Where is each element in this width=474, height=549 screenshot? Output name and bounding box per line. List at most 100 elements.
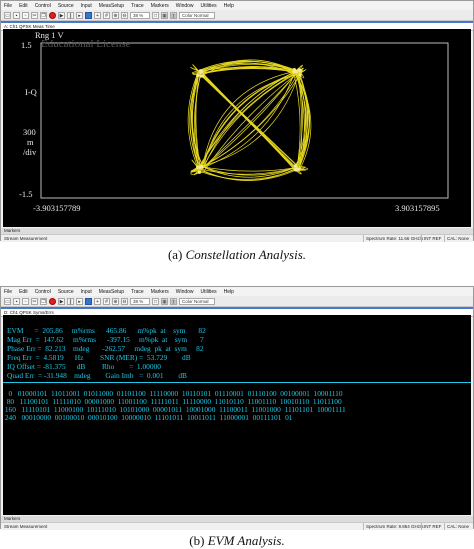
iq-offset-row: IQ Offset = -81.375 dB Rho = 1.00000 [7, 362, 161, 371]
fit-icon[interactable]: □ [152, 11, 159, 19]
separator-line [3, 382, 471, 383]
toolbar-b: ▭ ▪ ▫ ✂ ❐ ▶ ∥ ▸ + # ⊕ ⊖ 38 % □ ▦ ▥ Color… [1, 296, 473, 307]
split-icon[interactable]: ▥ [170, 11, 177, 19]
y-axis-label: I-Q [25, 87, 37, 97]
print-icon[interactable]: ▫ [22, 11, 29, 19]
screenshot-evm: File Edit Control Source Input MeasSetup… [0, 286, 474, 530]
caption-b: (b) EVM Analysis. [0, 533, 474, 549]
quad-err-row: Quad Err = -31.948 mdeg Gain Imb = 0.001… [7, 371, 187, 380]
marker-icon[interactable]: + [94, 11, 101, 19]
play-icon[interactable]: ▶ [58, 297, 65, 305]
phase-err-row: Phase Err = 82.213 mdeg -262.57 mdeg pk … [7, 344, 204, 353]
caption-a-label: (a) [167, 247, 183, 262]
record-icon[interactable] [49, 11, 56, 19]
print-icon[interactable]: ▫ [22, 297, 29, 305]
pause-icon[interactable]: ∥ [67, 297, 74, 305]
play-icon[interactable]: ▶ [58, 11, 65, 19]
menu-window[interactable]: Window [176, 289, 194, 295]
step-icon[interactable]: ▸ [76, 11, 83, 19]
layout-icon[interactable]: ▦ [161, 11, 168, 19]
split-icon[interactable]: ▥ [170, 297, 177, 305]
menu-help[interactable]: Help [224, 289, 234, 295]
markers-tab[interactable]: Markers [4, 516, 20, 521]
single-icon[interactable] [85, 297, 92, 305]
status-rate: Spectrum Rate: 11.66 GHz/s [363, 235, 423, 242]
copy-icon[interactable]: ❐ [40, 297, 47, 305]
save-icon[interactable]: ▪ [13, 11, 20, 19]
status-cal: CAL: None [444, 235, 469, 242]
menu-help[interactable]: Help [224, 3, 234, 9]
symbol-point [196, 73, 200, 77]
marker-icon[interactable]: + [94, 297, 101, 305]
copy-icon[interactable]: ❐ [40, 11, 47, 19]
cut-icon[interactable]: ✂ [31, 297, 38, 305]
status-bar: Stream Measurement Spectrum Rate: 11.66 … [1, 234, 473, 242]
menu-markers[interactable]: Markers [151, 289, 169, 295]
menu-window[interactable]: Window [176, 3, 194, 9]
y-bottom-label: -1.5 [19, 189, 33, 199]
trajectory-trace [203, 165, 299, 178]
watermark: Educational License [41, 38, 131, 50]
pause-icon[interactable]: ∥ [67, 11, 74, 19]
menu-trace[interactable]: Trace [131, 3, 144, 9]
menu-edit[interactable]: Edit [19, 3, 28, 9]
toolbar: ▭ ▪ ▫ ✂ ❐ ▶ ∥ ▸ + # ⊕ ⊖ 38 % □ ▦ ▥ Color… [1, 10, 473, 21]
mag-err-row: Mag Err = 147.62 m%rms -397.15 m%pk at s… [7, 335, 204, 344]
zoom-in-icon[interactable]: ⊕ [112, 11, 119, 19]
menu-meassetup[interactable]: MeasSetup [99, 289, 124, 295]
x-left-label: -3.903157789 [33, 203, 81, 213]
menu-meassetup[interactable]: MeasSetup [99, 3, 124, 9]
menu-utilities[interactable]: Utilities [201, 3, 217, 9]
menu-control[interactable]: Control [35, 3, 51, 9]
symbol-point [196, 165, 200, 169]
menu-trace[interactable]: Trace [131, 289, 144, 295]
open-icon[interactable]: ▭ [4, 297, 11, 305]
zoom-select[interactable]: 38 % [130, 11, 150, 19]
freq-err-row: Freq Err = 4.5819 Hz SNR (MER) = 53.729 … [7, 353, 191, 362]
open-icon[interactable]: ▭ [4, 11, 11, 19]
grid-icon[interactable]: # [103, 297, 110, 305]
save-icon[interactable]: ▪ [13, 297, 20, 305]
menu-bar: File Edit Control Source Input MeasSetup… [1, 1, 473, 10]
color-mode-select[interactable]: Color Normal [179, 297, 215, 305]
layout-icon[interactable]: ▦ [161, 297, 168, 305]
color-mode-select[interactable]: Color Normal [179, 11, 215, 19]
caption-a: (a) Constellation Analysis. [0, 247, 474, 263]
zoom-in-icon[interactable]: ⊕ [112, 297, 119, 305]
caption-b-text: EVM Analysis. [207, 533, 285, 548]
scale-value: 300 [23, 127, 36, 137]
single-icon[interactable] [85, 11, 92, 19]
menu-edit[interactable]: Edit [19, 289, 28, 295]
cut-icon[interactable]: ✂ [31, 11, 38, 19]
zoom-out-icon[interactable]: ⊖ [121, 11, 128, 19]
menu-source[interactable]: Source [58, 289, 74, 295]
fit-icon[interactable]: □ [152, 297, 159, 305]
zoom-out-icon[interactable]: ⊖ [121, 297, 128, 305]
scale-per-div: /div [23, 147, 37, 157]
menu-file[interactable]: File [4, 289, 12, 295]
symbol-point [201, 74, 205, 78]
menu-source[interactable]: Source [58, 3, 74, 9]
y-top-label: 1.5 [21, 40, 32, 50]
menu-input[interactable]: Input [81, 289, 92, 295]
menu-utilities[interactable]: Utilities [201, 289, 217, 295]
step-icon[interactable]: ▸ [76, 297, 83, 305]
zoom-select[interactable]: 38 % [130, 297, 150, 305]
x-right-label: 3.903157895 [395, 203, 440, 213]
status-ref: INT REF [421, 523, 441, 530]
screenshot-constellation: File Edit Control Source Input MeasSetup… [0, 0, 474, 242]
trajectory-trace [192, 71, 202, 168]
evm-row: EVM = 205.86 m%rms 465.86 m%pk at sym 82 [7, 326, 206, 335]
symbol-point [293, 167, 297, 171]
status-mode: Stream Measurement [4, 236, 48, 241]
menu-input[interactable]: Input [81, 3, 92, 9]
grid-icon[interactable]: # [103, 11, 110, 19]
menu-markers[interactable]: Markers [151, 3, 169, 9]
markers-tab[interactable]: Markers [4, 228, 20, 233]
menu-file[interactable]: File [4, 3, 12, 9]
symbol-point [292, 70, 296, 74]
evm-table-panel: EVM = 205.86 m%rms 465.86 m%pk at sym 82… [3, 315, 471, 515]
status-cal: CAL: None [444, 523, 469, 530]
record-icon[interactable] [49, 297, 56, 305]
menu-control[interactable]: Control [35, 289, 51, 295]
